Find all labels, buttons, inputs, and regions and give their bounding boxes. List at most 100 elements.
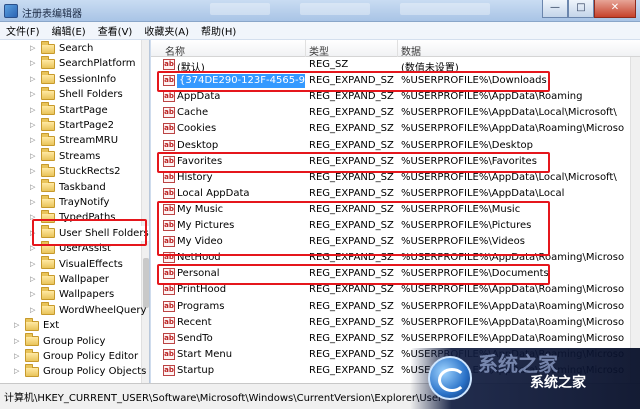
expand-arrow-icon[interactable]: ▷ bbox=[30, 199, 37, 206]
menu-help[interactable]: 帮助(H) bbox=[201, 23, 236, 38]
tree-item[interactable]: ▷ UserAssist bbox=[30, 240, 111, 256]
column-divider[interactable] bbox=[397, 40, 398, 57]
tree-item[interactable]: ▷ StartPage bbox=[30, 102, 108, 118]
registry-value-row[interactable]: ab NetHood REG_EXPAND_SZ %USERPROFILE%\AppD… bbox=[151, 250, 640, 266]
tree-item-label: SearchPlatform bbox=[59, 58, 136, 70]
tree-item[interactable]: ▷ VisualEffects bbox=[30, 256, 123, 272]
column-header-type[interactable]: 类型 bbox=[309, 43, 329, 58]
tree-item[interactable]: ▷ Taskband bbox=[30, 179, 106, 195]
tree-item[interactable]: ▷ TypedPaths bbox=[30, 209, 116, 225]
column-header-name[interactable]: 名称 bbox=[165, 43, 185, 58]
expand-arrow-icon[interactable]: ▷ bbox=[30, 122, 37, 129]
expand-arrow-icon[interactable]: ▷ bbox=[30, 183, 37, 191]
registry-value-row[interactable]: ab Cache REG_EXPAND_SZ %USERPROFILE%\AppDat… bbox=[151, 105, 640, 121]
tree-item-label: UserAssist bbox=[59, 243, 111, 255]
tree-item[interactable]: ▷ SessionInfo bbox=[30, 71, 117, 87]
expand-arrow-icon[interactable]: ▷ bbox=[14, 337, 21, 345]
string-value-icon: ab bbox=[163, 220, 175, 231]
tree-item[interactable]: ▷ WordWheelQuery bbox=[30, 302, 146, 318]
value-data: %USERPROFILE%\AppData\Roaming\Microso bbox=[401, 252, 625, 264]
value-type: REG_EXPAND_SZ bbox=[309, 316, 394, 328]
tree-item-label: VisualEffects bbox=[59, 258, 123, 270]
expand-arrow-icon[interactable]: ▷ bbox=[14, 353, 21, 360]
menu-edit[interactable]: 编辑(E) bbox=[52, 23, 86, 38]
tree-item[interactable]: ▷ Group Policy Editor bbox=[14, 348, 138, 364]
tree-item-label: SessionInfo bbox=[59, 73, 117, 85]
expand-arrow-icon[interactable]: ▷ bbox=[30, 45, 37, 52]
column-header-data[interactable]: 数据 bbox=[401, 43, 421, 58]
value-data: %USERPROFILE%\AppData\Local\Microsoft\ bbox=[401, 171, 617, 183]
expand-arrow-icon[interactable]: ▷ bbox=[30, 75, 37, 83]
close-button[interactable]: ✕ bbox=[594, 0, 636, 18]
registry-value-row[interactable]: ab AppData REG_EXPAND_SZ %USERPROFILE%\AppD… bbox=[151, 89, 640, 105]
registry-value-row[interactable]: ab Cookies REG_EXPAND_SZ %USERPROFILE%\AppD… bbox=[151, 121, 640, 137]
menu-favorites[interactable]: 收藏夹(A) bbox=[144, 23, 189, 38]
tree-scrollbar-thumb[interactable] bbox=[143, 258, 149, 308]
window-title: 注册表编辑器 bbox=[22, 9, 82, 20]
tree-item[interactable]: ▷ StuckRects2 bbox=[30, 163, 121, 179]
maximize-button[interactable]: □ bbox=[568, 0, 594, 18]
expand-arrow-icon[interactable]: ▷ bbox=[30, 106, 37, 114]
registry-value-row[interactable]: ab Local AppData REG_EXPAND_SZ %USERPROFILE… bbox=[151, 186, 640, 202]
registry-value-row[interactable]: ab Personal REG_EXPAND_SZ %USERPROFILE%\Doc… bbox=[151, 266, 640, 282]
tree-item[interactable]: ▷ Streams bbox=[30, 148, 100, 164]
value-data: %USERPROFILE%\AppData\Roaming\Microso bbox=[401, 284, 625, 296]
value-type: REG_EXPAND_SZ bbox=[309, 284, 394, 296]
tree-item[interactable]: ▷ TrayNotify bbox=[30, 194, 110, 210]
tree-item[interactable]: ▷ Wallpaper bbox=[30, 271, 109, 287]
expand-arrow-icon[interactable]: ▷ bbox=[30, 168, 37, 175]
registry-value-row[interactable]: ab History REG_EXPAND_SZ %USERPROFILE%\AppD… bbox=[151, 170, 640, 186]
tree-item[interactable]: ▷ Group Policy bbox=[14, 333, 105, 349]
expand-arrow-icon[interactable]: ▷ bbox=[30, 229, 37, 237]
expand-arrow-icon[interactable]: ▷ bbox=[30, 245, 37, 252]
tree-item[interactable]: ▷ Search bbox=[30, 40, 93, 56]
value-data: %USERPROFILE%\Downloads bbox=[401, 75, 547, 87]
tree-item[interactable]: ▷ User Shell Folders bbox=[30, 225, 149, 241]
expand-arrow-icon[interactable]: ▷ bbox=[30, 214, 37, 221]
expand-arrow-icon[interactable]: ▷ bbox=[30, 291, 37, 298]
menu-view[interactable]: 查看(V) bbox=[98, 23, 133, 38]
expand-arrow-icon[interactable]: ▷ bbox=[14, 368, 21, 375]
expand-arrow-icon[interactable]: ▷ bbox=[30, 137, 37, 144]
registry-value-row[interactable]: ab Desktop REG_EXPAND_SZ %USERPROFILE%\Desk… bbox=[151, 138, 640, 154]
value-name: Startup bbox=[177, 364, 215, 376]
expand-arrow-icon[interactable]: ▷ bbox=[30, 276, 37, 283]
registry-value-row[interactable]: ab (默认) REG_SZ (数值未设置) bbox=[151, 57, 640, 74]
registry-value-row[interactable]: ab{374DE290-123F-4565-916... REG_EXPAND_S… bbox=[151, 73, 640, 89]
tree-item[interactable]: ▷ Group Policy Objects bbox=[14, 363, 146, 379]
expand-arrow-icon[interactable]: ▷ bbox=[30, 91, 37, 98]
registry-value-row[interactable]: ab My Pictures REG_EXPAND_SZ %USERPROFILE%\… bbox=[151, 218, 640, 234]
tree-scrollbar[interactable] bbox=[141, 40, 149, 383]
expand-arrow-icon[interactable]: ▷ bbox=[30, 260, 37, 268]
expand-arrow-icon[interactable]: ▷ bbox=[30, 60, 37, 67]
column-divider[interactable] bbox=[305, 40, 306, 57]
string-value-icon: ab bbox=[163, 107, 175, 119]
tree-item[interactable]: ▷ StartPage2 bbox=[30, 117, 114, 133]
registry-value-row[interactable]: ab My Music REG_EXPAND_SZ %USERPROFILE%\Mus… bbox=[151, 202, 640, 218]
registry-key-tree[interactable]: ▷ Search ▷ SearchPlatform ▷ SessionInfo ▷ Shell… bbox=[0, 40, 150, 383]
tree-item[interactable]: ▷ Ext bbox=[14, 317, 59, 333]
minimize-button[interactable]: — bbox=[542, 0, 568, 18]
registry-value-row[interactable]: ab Favorites REG_EXPAND_SZ %USERPROFILE%\Fa… bbox=[151, 154, 640, 170]
value-data: %USERPROFILE%\AppData\Roaming\Microso bbox=[401, 123, 625, 135]
registry-value-row[interactable]: ab My Video REG_EXPAND_SZ %USERPROFILE%\Vid… bbox=[151, 234, 640, 250]
expand-arrow-icon[interactable]: ▷ bbox=[14, 322, 21, 329]
menu-file[interactable]: 文件(F) bbox=[6, 23, 40, 38]
value-type: REG_EXPAND_SZ bbox=[309, 123, 394, 135]
tree-item[interactable]: ▷ Shell Folders bbox=[30, 86, 123, 102]
tree-item[interactable]: ▷ StreamMRU bbox=[30, 132, 118, 148]
tree-item[interactable]: ▷ SearchPlatform bbox=[30, 55, 136, 71]
value-name: NetHood bbox=[177, 252, 221, 264]
tree-item[interactable]: ▷ Wallpapers bbox=[30, 286, 114, 302]
registry-value-row[interactable]: ab Recent REG_EXPAND_SZ %USERPROFILE%\AppDa… bbox=[151, 315, 640, 331]
registry-value-row[interactable]: ab SendTo REG_EXPAND_SZ %USERPROFILE%\AppDa… bbox=[151, 331, 640, 347]
expand-arrow-icon[interactable]: ▷ bbox=[30, 306, 37, 314]
value-name: Local AppData bbox=[177, 187, 250, 199]
tree-item-label: TrayNotify bbox=[59, 197, 110, 208]
registry-value-row[interactable]: ab PrintHood REG_EXPAND_SZ %USERPROFILE%\Ap… bbox=[151, 282, 640, 298]
registry-value-row[interactable]: ab Programs REG_EXPAND_SZ %USERPROFILE%\App… bbox=[151, 299, 640, 315]
menu-bar: 文件(F) 编辑(E) 查看(V) 收藏夹(A) 帮助(H) bbox=[0, 22, 640, 40]
title-bar-blur bbox=[400, 3, 490, 15]
expand-arrow-icon[interactable]: ▷ bbox=[30, 152, 37, 160]
value-data: %USERPROFILE%\Desktop bbox=[401, 139, 533, 151]
